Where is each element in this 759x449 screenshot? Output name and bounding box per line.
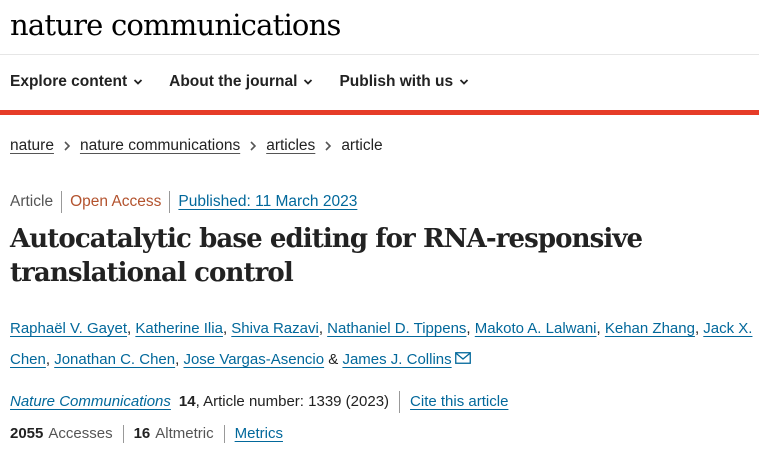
- breadcrumb-nature-communications[interactable]: nature communications: [80, 135, 240, 157]
- breadcrumb: nature nature communications articles ar…: [10, 135, 383, 157]
- metrics-divider: [223, 425, 225, 443]
- nav-explore-content-label: Explore content: [10, 73, 128, 90]
- altmetric-count: 16: [133, 425, 151, 442]
- author-list: Raphaël V. Gayet, Katherine Ilia, Shiva …: [10, 313, 755, 375]
- article-metrics: 2055 Accesses 16 Altmetric Metrics: [10, 423, 283, 445]
- nav-about-journal-label: About the journal: [169, 73, 298, 90]
- header-divider: [0, 54, 759, 55]
- author-link[interactable]: Kehan Zhang: [605, 320, 695, 337]
- author-separator: ,: [596, 320, 605, 337]
- article-title: Autocatalytic base editing for RNA-respo…: [10, 224, 643, 288]
- accesses-count: 2055: [10, 425, 44, 442]
- article-type: Article: [10, 193, 54, 210]
- metrics-divider: [122, 425, 124, 443]
- author-separator: ,: [466, 320, 475, 337]
- nav-explore-content[interactable]: Explore content: [10, 71, 143, 93]
- author-link[interactable]: Jonathan C. Chen: [54, 351, 175, 368]
- metrics-link[interactable]: Metrics: [235, 423, 283, 445]
- chevron-down-icon: [459, 79, 469, 85]
- article-number: , Article number: 1339 (2023): [195, 393, 390, 410]
- author-separator: ,: [45, 351, 55, 368]
- article-meta: Article Open Access Published: 11 March …: [10, 191, 357, 213]
- chevron-right-icon: [250, 141, 257, 151]
- author-link[interactable]: Makoto A. Lalwani: [475, 320, 597, 337]
- nav-about-journal[interactable]: About the journal: [169, 71, 313, 93]
- open-access-badge: Open Access: [61, 191, 169, 213]
- journal-volume: 14: [178, 393, 196, 410]
- accent-bar: [0, 110, 759, 115]
- email-icon[interactable]: [454, 352, 471, 364]
- author-link[interactable]: Shiva Razavi: [231, 320, 319, 337]
- citation-line: Nature Communications 14 , Article numbe…: [10, 391, 508, 413]
- published-date-link[interactable]: Published: 11 March 2023: [169, 191, 357, 213]
- author-link[interactable]: Katherine Ilia: [135, 320, 223, 337]
- breadcrumb-nature[interactable]: nature: [10, 135, 54, 157]
- main-nav: Explore content About the journal Publis…: [10, 71, 469, 93]
- breadcrumb-articles[interactable]: articles: [266, 135, 315, 157]
- nav-publish-with-us[interactable]: Publish with us: [339, 71, 469, 93]
- journal-link[interactable]: Nature Communications: [10, 391, 171, 413]
- accesses-label: Accesses: [48, 425, 113, 442]
- author-link[interactable]: James J. Collins: [342, 351, 451, 368]
- chevron-right-icon: [64, 141, 71, 151]
- site-logo[interactable]: nature communications: [10, 6, 341, 44]
- author-separator: ,: [318, 320, 328, 337]
- breadcrumb-current: article: [341, 137, 383, 154]
- author-last-separator: &: [324, 351, 343, 368]
- author-link[interactable]: Nathaniel D. Tippens: [327, 320, 466, 337]
- altmetric-label: Altmetric: [155, 425, 214, 442]
- author-link[interactable]: Raphaël V. Gayet: [10, 320, 127, 337]
- author-link[interactable]: Jose Vargas-Asencio: [183, 351, 324, 368]
- nav-publish-with-us-label: Publish with us: [339, 73, 454, 90]
- chevron-right-icon: [325, 141, 332, 151]
- chevron-down-icon: [134, 79, 143, 85]
- chevron-down-icon: [304, 79, 313, 85]
- cite-this-article-link[interactable]: Cite this article: [399, 391, 508, 413]
